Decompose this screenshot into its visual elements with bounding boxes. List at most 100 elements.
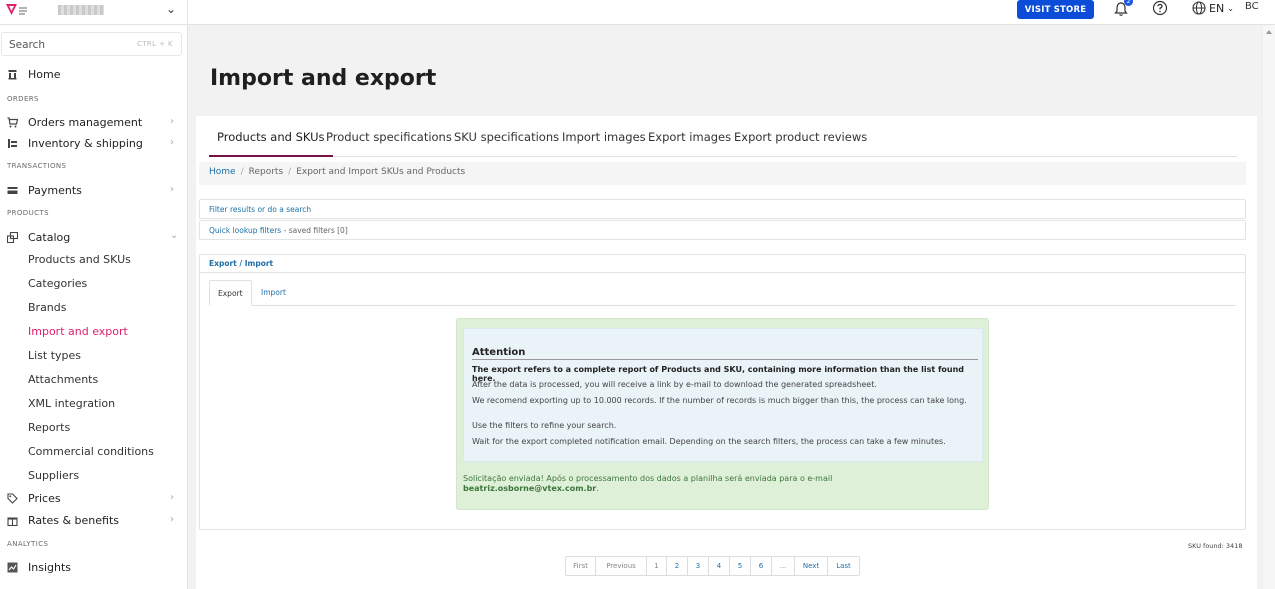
sidebar-subitem-import-export[interactable]: Import and export bbox=[28, 325, 128, 338]
sidebar-subitem-products-skus[interactable]: Products and SKUs bbox=[28, 253, 131, 266]
sidebar-item-orders-management[interactable]: Orders management › bbox=[0, 114, 188, 132]
success-email: beatriz.osborne@vtex.com.br bbox=[463, 484, 597, 493]
sidebar-subitem-attachments[interactable]: Attachments bbox=[28, 373, 98, 386]
sidebar-item-label: Insights bbox=[28, 561, 72, 574]
help-icon[interactable] bbox=[1152, 0, 1168, 16]
user-avatar[interactable]: BC bbox=[1245, 1, 1259, 12]
vtex-logo-icon[interactable] bbox=[5, 3, 29, 17]
chevron-down-icon: ⌄ bbox=[170, 230, 179, 241]
search-input[interactable]: Search CTRL + K bbox=[1, 32, 182, 56]
scroll-up-arrow-icon[interactable] bbox=[1266, 30, 1272, 34]
pagination: First Previous 1 2 3 4 5 6 ... Next Last bbox=[565, 556, 860, 576]
sku-found-count: SKU found: 3418 bbox=[1188, 542, 1243, 550]
language-selector[interactable]: EN ⌄ bbox=[1192, 0, 1234, 16]
tab-export-images[interactable]: Export images bbox=[648, 130, 731, 157]
subtab-import[interactable]: Import bbox=[253, 280, 294, 306]
sidebar-subitem-commercial-conditions[interactable]: Commercial conditions bbox=[28, 445, 154, 458]
breadcrumb-reports[interactable]: Reports bbox=[249, 167, 284, 177]
filter-search-box[interactable]: Filter results or do a search bbox=[199, 199, 1246, 219]
home-icon bbox=[8, 70, 17, 80]
pagination-page[interactable]: 3 bbox=[688, 557, 709, 575]
sidebar-item-inventory-shipping[interactable]: Inventory & shipping › bbox=[0, 135, 188, 153]
sidebar-subitem-list-types[interactable]: List types bbox=[28, 349, 81, 362]
price-tag-icon bbox=[7, 493, 18, 504]
sidebar-item-label: Rates & benefits bbox=[28, 514, 119, 527]
payments-icon bbox=[7, 187, 18, 194]
sidebar-subitem-categories[interactable]: Categories bbox=[28, 277, 87, 290]
breadcrumb: Home / Reports / Export and Import SKUs and … bbox=[199, 162, 1246, 185]
pagination-page[interactable]: 1 bbox=[647, 557, 667, 575]
pagination-page[interactable]: 4 bbox=[709, 557, 730, 575]
notification-badge: 2 bbox=[1124, 0, 1133, 6]
section-products: PRODUCTS bbox=[7, 209, 49, 217]
sidebar-item-label: Orders management bbox=[28, 116, 143, 129]
sidebar-item-payments[interactable]: Payments › bbox=[0, 182, 188, 200]
sidebar-item-label: Catalog bbox=[28, 231, 71, 244]
visit-store-button[interactable]: VISIT STORE bbox=[1017, 0, 1094, 19]
panel-title: Export / Import bbox=[200, 255, 1245, 273]
attention-box: Attention The export refers to a complet… bbox=[463, 328, 983, 462]
breadcrumb-current: Export and Import SKUs and Products bbox=[296, 167, 466, 177]
filter-search-link[interactable]: Filter results or do a search bbox=[209, 205, 311, 214]
sidebar-subitem-xml-integration[interactable]: XML integration bbox=[28, 397, 115, 410]
inventory-icon bbox=[8, 139, 17, 148]
page-title: Import and export bbox=[210, 66, 437, 91]
tab-import-images[interactable]: Import images bbox=[562, 130, 646, 157]
breadcrumb-separator: / bbox=[240, 167, 244, 177]
pagination-page[interactable]: 5 bbox=[730, 557, 751, 575]
success-period: . bbox=[596, 484, 599, 493]
sidebar-item-rates-benefits[interactable]: Rates & benefits › bbox=[0, 512, 188, 530]
language-label: EN bbox=[1209, 1, 1225, 15]
pagination-last[interactable]: Last bbox=[828, 557, 859, 575]
tab-product-specifications[interactable]: Product specifications bbox=[326, 130, 452, 157]
quick-lookup-box[interactable]: Quick lookup filters - saved filters [0] bbox=[199, 220, 1246, 240]
quick-lookup-link[interactable]: Quick lookup filters bbox=[209, 226, 281, 235]
account-name-blurred[interactable] bbox=[58, 5, 104, 15]
chevron-right-icon: › bbox=[170, 116, 174, 127]
tab-sku-specifications[interactable]: SKU specifications bbox=[454, 130, 559, 157]
search-placeholder: Search bbox=[9, 39, 46, 51]
sidebar: Search CTRL + K Home ORDERS Orders manag… bbox=[0, 25, 188, 589]
attention-line: Wait for the export completed notificati… bbox=[472, 437, 946, 446]
pagination-first[interactable]: First bbox=[566, 557, 596, 575]
sidebar-subitem-brands[interactable]: Brands bbox=[28, 301, 67, 314]
section-analytics: ANALYTICS bbox=[7, 540, 49, 548]
sidebar-subitem-reports[interactable]: Reports bbox=[28, 421, 70, 434]
sidebar-item-label: Home bbox=[28, 68, 61, 81]
sidebar-item-label: Payments bbox=[28, 184, 82, 197]
pagination-page[interactable]: 6 bbox=[751, 557, 772, 575]
gift-icon bbox=[7, 517, 18, 526]
sidebar-item-label: Inventory & shipping bbox=[28, 137, 143, 150]
attention-line: Use the filters to refine your search. bbox=[472, 421, 617, 430]
pagination-page[interactable]: 2 bbox=[667, 557, 688, 575]
sidebar-item-prices[interactable]: Prices › bbox=[0, 490, 188, 508]
attention-line: After the data is processed, you will re… bbox=[472, 380, 877, 389]
sidebar-subitem-suppliers[interactable]: Suppliers bbox=[28, 469, 79, 482]
pagination-ellipsis: ... bbox=[772, 557, 795, 575]
attention-line: We recomend exporting up to 10.000 recor… bbox=[472, 396, 967, 405]
chevron-down-icon: ⌄ bbox=[1227, 3, 1234, 13]
export-import-tabs: Export Import bbox=[209, 280, 1236, 306]
catalog-icon bbox=[7, 232, 18, 243]
sidebar-item-home[interactable]: Home bbox=[0, 66, 188, 84]
chevron-right-icon: › bbox=[170, 184, 174, 195]
top-bar: ⌄ VISIT STORE 2 EN ⌄ BC bbox=[0, 0, 1275, 25]
pagination-previous[interactable]: Previous bbox=[596, 557, 647, 575]
page-scrollbar[interactable] bbox=[1262, 25, 1275, 589]
export-status-box: Attention The export refers to a complet… bbox=[456, 318, 989, 510]
tab-export-product-reviews[interactable]: Export product reviews bbox=[734, 130, 867, 157]
chevron-down-icon[interactable]: ⌄ bbox=[166, 2, 176, 16]
tab-products-skus[interactable]: Products and SKUs bbox=[209, 130, 333, 157]
cart-icon bbox=[7, 117, 18, 128]
saved-filters-count: - saved filters [0] bbox=[281, 226, 348, 235]
breadcrumb-home[interactable]: Home bbox=[209, 167, 236, 177]
sidebar-item-insights[interactable]: Insights bbox=[0, 559, 188, 577]
search-shortcut: CTRL + K bbox=[136, 40, 173, 48]
chevron-right-icon: › bbox=[170, 492, 174, 503]
subtab-export[interactable]: Export bbox=[209, 280, 252, 306]
account-switcher[interactable]: ⌄ bbox=[0, 0, 188, 25]
section-transactions: TRANSACTIONS bbox=[7, 162, 67, 170]
tab-bar: Products and SKUs Product specifications… bbox=[209, 123, 1237, 157]
pagination-next[interactable]: Next bbox=[795, 557, 828, 575]
sidebar-item-catalog[interactable]: Catalog ⌄ bbox=[0, 229, 188, 247]
